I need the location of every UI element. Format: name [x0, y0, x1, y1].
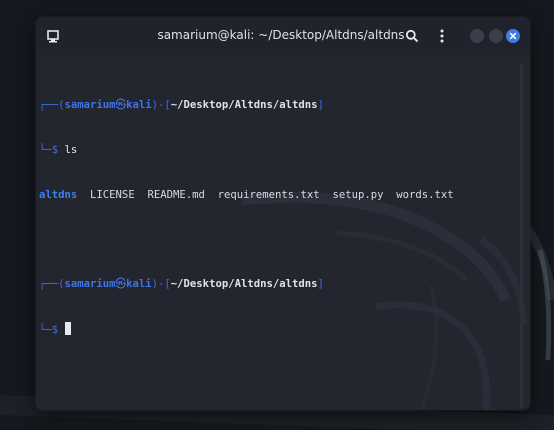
prompt-frame: ┌──( — [39, 278, 65, 290]
close-icon[interactable] — [506, 29, 520, 43]
prompt-host: kali — [126, 278, 152, 290]
kebab-menu-icon[interactable] — [436, 27, 448, 45]
prompt-host: kali — [126, 99, 152, 111]
prompt-user: samarium — [64, 278, 116, 290]
prompt-at-symbol: ㉿ — [115, 278, 127, 290]
command-line-2: └─$ — [39, 322, 454, 337]
prompt-path: ~/Desktop/Altdns/altdns — [170, 278, 318, 290]
maximize-icon[interactable] — [489, 29, 503, 43]
prompt-frame: ┌──( — [39, 99, 65, 111]
prompt-user: samarium — [64, 99, 116, 111]
command-line-1: └─$ ls — [39, 143, 454, 158]
prompt-line-2: ┌──(samarium㉿kali)-[~/Desktop/Altdns/alt… — [39, 277, 454, 292]
command-text: ls — [64, 144, 78, 156]
prompt-frame: ] — [317, 99, 324, 111]
search-icon[interactable] — [404, 28, 420, 44]
title-bar[interactable]: samarium@kali: ~/Desktop/Altdns/altdns — [36, 17, 530, 55]
prompt-frame: ] — [317, 278, 324, 290]
text-cursor[interactable] — [64, 322, 71, 335]
terminal-icon[interactable] — [46, 29, 60, 43]
prompt-frame: )-[ — [151, 278, 171, 290]
terminal-window: samarium@kali: ~/Desktop/Altdns/altdns ┌… — [36, 17, 530, 410]
prompt-frame: )-[ — [151, 99, 171, 111]
prompt-at-symbol: ㉿ — [115, 99, 127, 111]
prompt-line-1: ┌──(samarium㉿kali)-[~/Desktop/Altdns/alt… — [39, 98, 454, 113]
ls-entry-file: words.txt — [396, 189, 454, 201]
ls-entry-file: README.md — [147, 189, 205, 201]
ls-output-line: altdns LICENSE README.md requirements.tx… — [39, 188, 454, 203]
prompt-path: ~/Desktop/Altdns/altdns — [170, 99, 318, 111]
ls-entry-directory: altdns — [39, 189, 78, 201]
ls-entry-file: LICENSE — [90, 189, 135, 201]
ls-entry-file: setup.py — [332, 189, 384, 201]
ls-entry-file: requirements.txt — [217, 189, 320, 201]
scrollbar[interactable] — [520, 63, 523, 408]
terminal-area[interactable]: ┌──(samarium㉿kali)-[~/Desktop/Altdns/alt… — [36, 55, 530, 410]
prompt-symbol: $ — [51, 324, 59, 336]
terminal-output: ┌──(samarium㉿kali)-[~/Desktop/Altdns/alt… — [39, 68, 454, 367]
window-title: samarium@kali: ~/Desktop/Altdns/altdns — [157, 28, 405, 42]
prompt-symbol: $ — [51, 144, 59, 156]
prompt-frame: └─ — [39, 144, 52, 156]
prompt-frame: └─ — [39, 324, 52, 336]
minimize-icon[interactable] — [470, 29, 484, 43]
